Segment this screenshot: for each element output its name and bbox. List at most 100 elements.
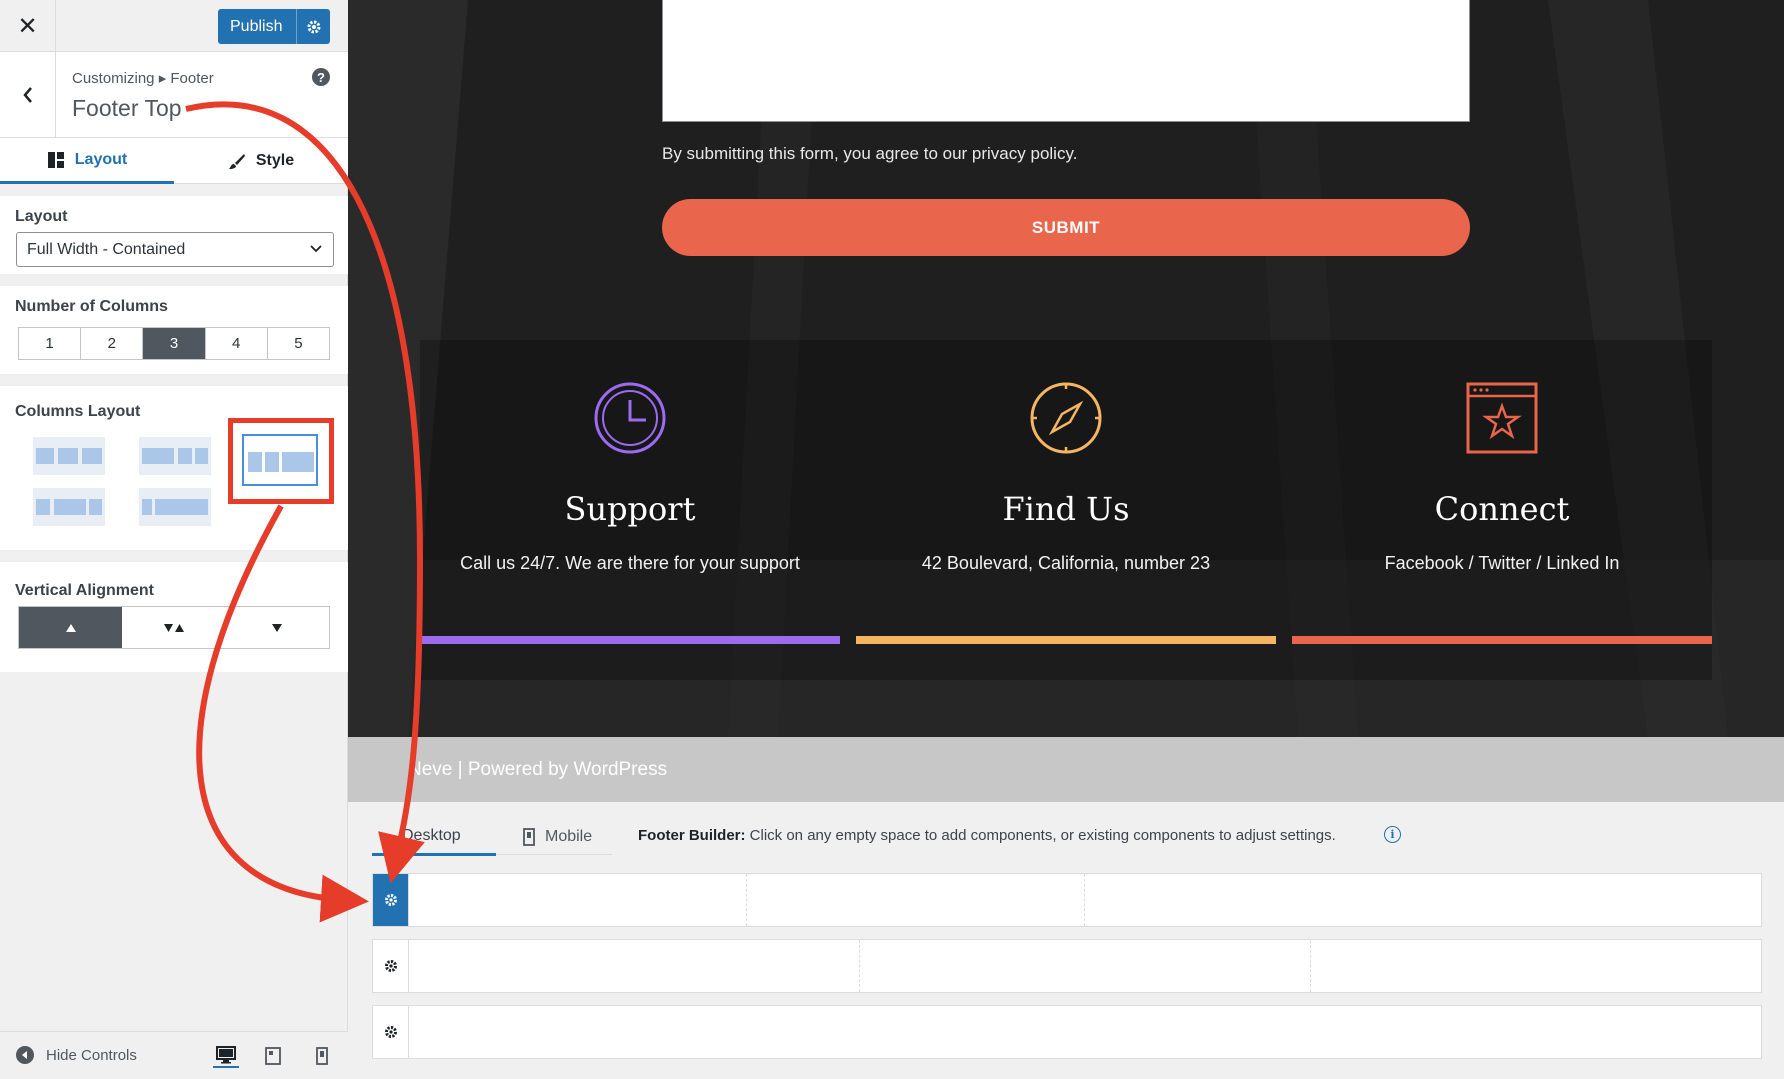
section-title: Footer Top — [72, 95, 182, 121]
gear-icon — [384, 1026, 397, 1038]
site-preview: By submitting this form, you agree to ou… — [348, 0, 1784, 737]
tab-style[interactable]: Style — [174, 138, 348, 184]
collapse-icon — [16, 1046, 34, 1064]
tablet-preview-button[interactable] — [260, 1044, 286, 1068]
row-settings-button[interactable] — [373, 940, 409, 992]
columns-layout-option-equal[interactable] — [33, 437, 105, 475]
footer-bottom-bar: Neve | Powered by WordPress — [348, 737, 1784, 802]
columns-option-1[interactable]: 1 — [19, 328, 82, 359]
feature-connect: Connect Facebook / Twitter / Linked In — [1292, 340, 1712, 680]
info-icon[interactable]: i — [1384, 826, 1401, 843]
feature-description: Call us 24/7. We are there for your supp… — [460, 553, 800, 573]
row-settings-button[interactable] — [373, 874, 409, 926]
layout-select-value: Full Width - Contained — [27, 241, 186, 258]
column-divider — [1310, 940, 1311, 992]
chevron-down-icon — [310, 245, 322, 253]
brush-icon — [228, 154, 245, 169]
columns-layout-option-wide-middle[interactable] — [33, 488, 105, 526]
triangle-down-icon — [272, 623, 283, 632]
builder-row-bottom[interactable] — [372, 1005, 1762, 1059]
privacy-notice: By submitting this form, you agree to ou… — [662, 144, 1078, 163]
hide-controls-button[interactable]: Hide Controls — [16, 1046, 137, 1064]
tab-style-label: Style — [255, 152, 295, 169]
feature-accent-bar — [420, 636, 840, 644]
mobile-icon — [523, 828, 535, 846]
tab-desktop[interactable]: Desktop — [372, 818, 496, 856]
align-bottom-button[interactable] — [226, 607, 329, 648]
tab-desktop-label: Desktop — [402, 826, 461, 844]
hide-controls-label: Hide Controls — [46, 1046, 137, 1064]
column-divider — [859, 940, 860, 992]
chevron-left-icon — [22, 87, 32, 103]
builder-row-main[interactable] — [372, 939, 1762, 993]
mobile-icon — [316, 1047, 328, 1065]
builder-info-text: Click on any empty space to add componen… — [749, 827, 1336, 844]
layout-panel: Layout Full Width - Contained — [0, 196, 348, 274]
columns-option-4[interactable]: 4 — [206, 328, 268, 359]
tab-layout-label: Layout — [74, 150, 128, 168]
tab-mobile[interactable]: Mobile — [523, 818, 592, 856]
builder-row-top[interactable] — [372, 873, 1762, 927]
clock-icon — [594, 382, 666, 454]
tablet-icon — [265, 1047, 281, 1065]
tab-layout[interactable]: Layout — [0, 138, 174, 184]
publish-settings-gear-icon[interactable] — [297, 19, 330, 35]
customizer-sidebar: ✕ Publish Customizing ▸ Footer Footer To… — [0, 0, 348, 1079]
columns-option-5[interactable]: 5 — [268, 328, 329, 359]
columns-layout-option-selected[interactable] — [242, 434, 318, 486]
section-header: Customizing ▸ Footer Footer Top ? — [0, 52, 348, 138]
triangle-middle-icon — [163, 623, 184, 632]
feature-title: Connect — [1434, 490, 1570, 528]
layout-select[interactable]: Full Width - Contained — [16, 232, 334, 267]
star-window-icon — [1466, 382, 1538, 454]
footer-top-features: Support Call us 24/7. We are there for y… — [420, 340, 1712, 680]
back-button[interactable] — [0, 52, 56, 138]
mobile-preview-button[interactable] — [309, 1044, 335, 1068]
align-top-button[interactable] — [19, 607, 123, 648]
vertical-alignment-panel: Vertical Alignment — [0, 562, 348, 672]
close-button[interactable]: ✕ — [0, 0, 56, 52]
columns-segmented-control: 1 2 3 4 5 — [18, 327, 330, 360]
desktop-preview-button[interactable] — [213, 1044, 239, 1068]
publish-label: Publish — [230, 17, 283, 35]
message-textarea[interactable] — [662, 0, 1470, 122]
builder-info-title: Footer Builder: — [638, 827, 746, 844]
feature-find-us: Find Us 42 Boulevard, California, number… — [856, 340, 1276, 680]
align-middle-button[interactable] — [122, 607, 225, 648]
sidebar-tabs: Layout Style — [0, 138, 348, 184]
compass-icon — [1030, 382, 1102, 454]
layout-label: Layout — [15, 208, 68, 225]
feature-title: Find Us — [1002, 490, 1130, 528]
builder-info: Footer Builder: Click on any empty space… — [638, 827, 1336, 844]
gear-icon — [384, 960, 397, 972]
feature-description: Facebook / Twitter / Linked In — [1384, 553, 1620, 573]
sidebar-topbar: ✕ Publish — [0, 0, 348, 52]
desktop-icon — [216, 1046, 236, 1064]
vertical-alignment-control — [18, 606, 330, 649]
feature-title: Support — [564, 490, 696, 528]
columns-layout-option-wide-last[interactable] — [139, 488, 211, 526]
columns-option-3[interactable]: 3 — [143, 328, 206, 359]
vertical-alignment-label: Vertical Alignment — [15, 582, 154, 599]
footer-credit[interactable]: Neve | Powered by WordPress — [408, 759, 667, 781]
row-settings-button[interactable] — [373, 1006, 409, 1058]
feature-description: 42 Boulevard, California, number 23 — [921, 553, 1211, 573]
close-icon: ✕ — [17, 12, 38, 40]
tab-mobile-label: Mobile — [545, 828, 593, 845]
publish-button[interactable]: Publish — [218, 9, 330, 44]
columns-option-2[interactable]: 2 — [81, 328, 144, 359]
feature-accent-bar — [856, 636, 1276, 644]
footer-builder: Desktop Mobile Footer Builder: Click on … — [348, 802, 1784, 1079]
gear-icon — [384, 894, 397, 906]
column-divider — [746, 874, 747, 926]
breadcrumb: Customizing ▸ Footer — [72, 70, 214, 87]
feature-support: Support Call us 24/7. We are there for y… — [420, 340, 840, 680]
triangle-up-icon — [65, 623, 76, 632]
columns-label: Number of Columns — [15, 298, 168, 315]
help-icon[interactable]: ? — [312, 68, 330, 86]
columns-layout-option-wide-first[interactable] — [139, 437, 211, 475]
submit-button[interactable]: SUBMIT — [662, 199, 1470, 256]
column-divider — [1084, 874, 1085, 926]
columns-layout-label: Columns Layout — [15, 403, 141, 420]
sidebar-footer: Hide Controls — [0, 1031, 348, 1079]
